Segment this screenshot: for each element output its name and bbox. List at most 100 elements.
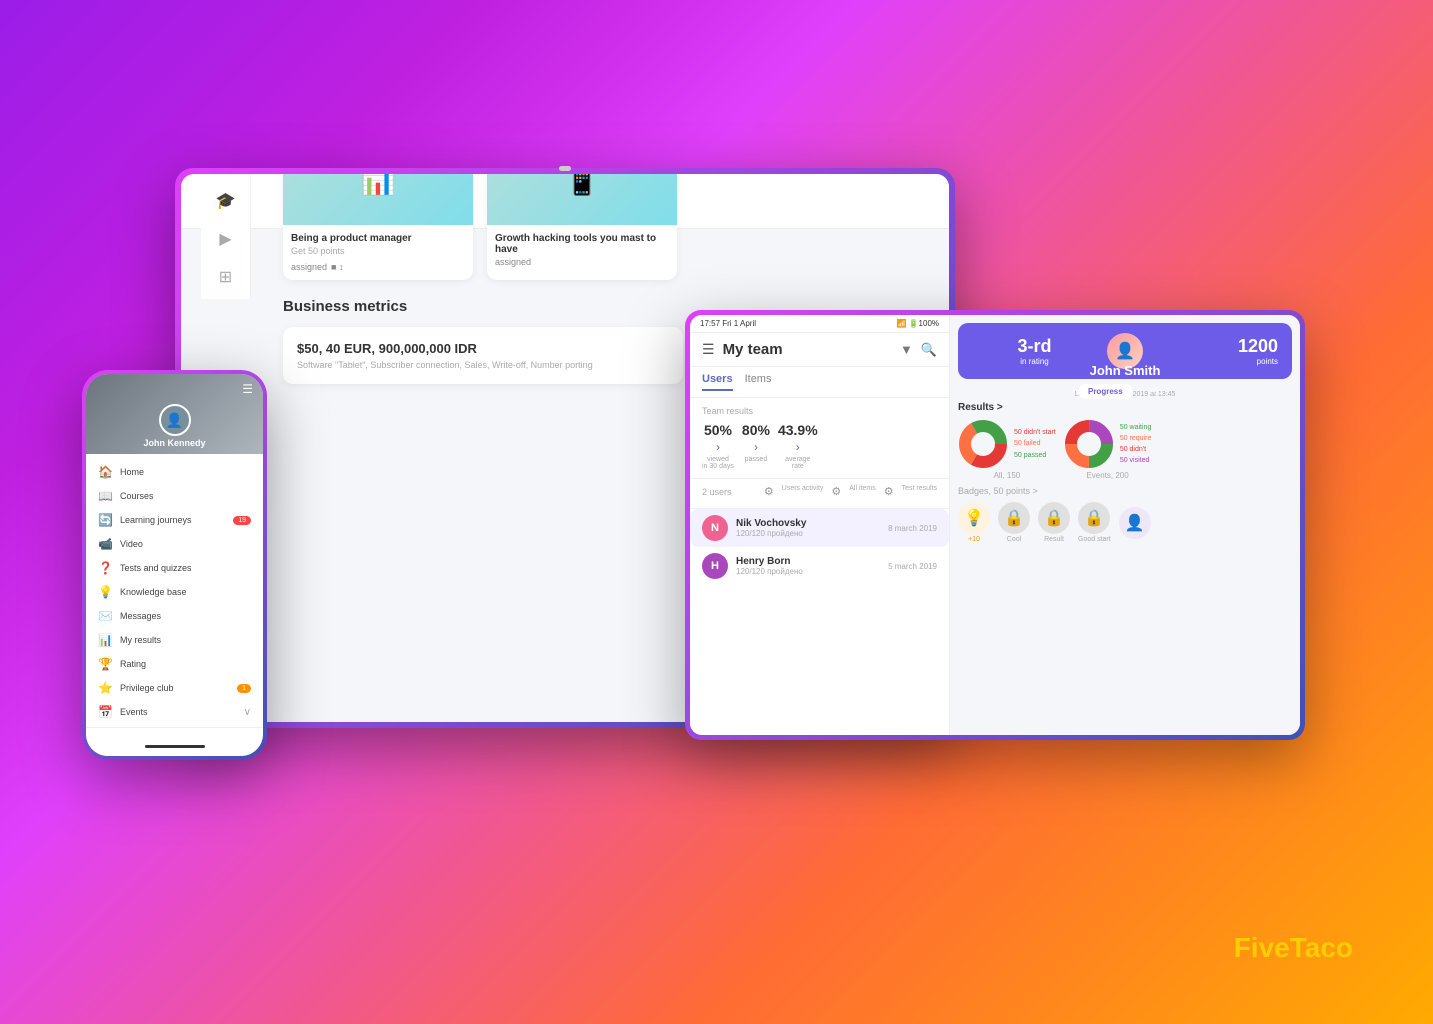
user-name-col-1: Nik Vochovsky 120/120 пройдено xyxy=(736,518,880,538)
users-activity-icon[interactable]: ⚙ xyxy=(764,485,774,498)
phone-nav: 🏠 Home 📖 Courses 🔄 Learning journeys 19 … xyxy=(86,454,263,736)
business-desc: Software "Tablet", Subscriber connection… xyxy=(297,360,669,370)
metric-viewed-label: viewedin 30 days xyxy=(702,456,734,470)
tablet-right-panel: 3-rd in rating 👤 1200 points John Smith … xyxy=(950,315,1300,735)
detail-tabs-row: Progress Info xyxy=(958,384,1292,399)
course-card-2[interactable]: 📱 Growth hacking tools you mast to have … xyxy=(487,174,677,280)
points-number: 1200 xyxy=(1153,336,1278,357)
course-sub-1: Get 50 points xyxy=(291,246,465,256)
donut-svg-1 xyxy=(958,419,1008,469)
tablet-status-bar: 17:57 Fri 1 April 📶 🔋100% xyxy=(690,315,949,333)
course-card-1[interactable]: 📊 Being a product manager Get 50 points … xyxy=(283,174,473,280)
phone-events-icon: 📅 xyxy=(98,705,112,719)
badge-cool: 🔒 Cool xyxy=(998,502,1030,543)
phone-menu-icon[interactable]: ☰ xyxy=(242,382,253,396)
donut-legend-2: 50 waiting 50 require 50 didn't 50 visit… xyxy=(1120,422,1152,467)
user-row-1[interactable]: N Nik Vochovsky 120/120 пройдено 8 march… xyxy=(690,509,949,547)
phone-avatar: 👤 xyxy=(159,404,191,436)
phone-nav-results[interactable]: 📊 My results xyxy=(86,628,263,652)
course-icon[interactable]: 🎓 xyxy=(216,191,236,211)
legend-failed: 50 failed xyxy=(1014,438,1056,449)
user-progress-1: 120/120 пройдено xyxy=(736,529,880,538)
rank-number: 3-rd xyxy=(972,336,1097,357)
legend-passed: 50 passed xyxy=(1014,450,1056,461)
badges-section: Badges, 50 points > 💡 +10 🔒 Cool 🔒 Resul… xyxy=(958,486,1292,543)
course-card-img-2: 📱 xyxy=(487,174,677,225)
tablet-left-panel: 17:57 Fri 1 April 📶 🔋100% ☰ My team ▼ 🔍 … xyxy=(690,315,950,735)
metric-avg-label: averagerate xyxy=(778,456,818,470)
legend-didnt-start: 50 didn't start xyxy=(1014,427,1056,438)
results-panel: Results > 50 didn't start 50 xyxy=(958,402,1292,480)
donut-legend-1: 50 didn't start 50 failed 50 passed xyxy=(1014,427,1056,461)
test-results-icon[interactable]: ⚙ xyxy=(884,485,894,498)
chart1-label: All, 150 xyxy=(994,471,1021,480)
phone-nav-messages[interactable]: ✉️ Messages xyxy=(86,604,263,628)
phone-nav-courses[interactable]: 📖 Courses xyxy=(86,484,263,508)
badge-cool-icon: 🔒 xyxy=(998,502,1030,534)
tablet-hamburger-icon[interactable]: ☰ xyxy=(702,341,715,358)
phone-nav-knowledge[interactable]: 💡 Knowledge base xyxy=(86,580,263,604)
phone-nav-events[interactable]: 📅 Events ∨ xyxy=(86,700,263,724)
metric-viewed-value: 50% xyxy=(702,422,734,438)
legend-require: 50 require xyxy=(1120,433,1152,444)
phone-nav-video[interactable]: 📹 Video xyxy=(86,532,263,556)
detail-tab-progress[interactable]: Progress xyxy=(1078,384,1133,399)
tablet-screen: 17:57 Fri 1 April 📶 🔋100% ☰ My team ▼ 🔍 … xyxy=(685,310,1305,740)
badges-header[interactable]: Badges, 50 points > xyxy=(958,486,1292,496)
tablet-search-icon[interactable]: 🔍 xyxy=(921,342,937,358)
grid-icon[interactable]: ⊞ xyxy=(219,267,232,287)
results-header[interactable]: Results > xyxy=(958,402,1292,413)
metric-passed-value: 80% xyxy=(742,422,770,438)
phone-tests-icon: ❓ xyxy=(98,561,112,575)
badge-user-icon: 👤 xyxy=(1119,507,1151,539)
badge-result-label: Result xyxy=(1044,536,1064,543)
badge-plus10: 💡 +10 xyxy=(958,502,990,543)
phone-home-indicator xyxy=(145,745,205,748)
tablet-header: ☰ My team ▼ 🔍 xyxy=(690,333,949,367)
badge-result: 🔒 Result xyxy=(1038,502,1070,543)
badge-good-start: 🔒 Good start xyxy=(1078,502,1111,543)
donut-chart-1-container: 50 didn't start 50 failed 50 passed All,… xyxy=(958,419,1056,480)
phone-nav-knowledge-label: Knowledge base xyxy=(120,587,187,597)
badge-user[interactable]: 👤 xyxy=(1119,507,1151,539)
metric-avg-value: 43.9% xyxy=(778,422,818,438)
course-card-img-1: 📊 xyxy=(283,174,473,225)
legend-waiting: 50 waiting xyxy=(1120,422,1152,433)
phone-courses-icon: 📖 xyxy=(98,489,112,503)
tab-users[interactable]: Users xyxy=(702,373,733,391)
legend-visited: 50 visited xyxy=(1120,455,1152,466)
tab-items[interactable]: Items xyxy=(745,373,772,391)
phone-events-chevron: ∨ xyxy=(244,707,251,718)
phone-nav-results-label: My results xyxy=(120,635,161,645)
phone-nav-home[interactable]: 🏠 Home xyxy=(86,460,263,484)
phone-nav-rating-label: Rating xyxy=(120,659,146,669)
phone-screen: 👤 John Kennedy ☰ 🏠 Home 📖 Courses 🔄 Lear… xyxy=(82,370,267,760)
user-row-2[interactable]: H Henry Born 120/120 пройдено 5 march 20… xyxy=(690,547,949,585)
course-cards-row: 📊 Being a product manager Get 50 points … xyxy=(283,174,909,280)
phone-bottom xyxy=(86,736,263,756)
phone-nav-courses-label: Courses xyxy=(120,491,154,501)
user-name-1: Nik Vochovsky xyxy=(736,518,880,529)
phone-video-icon: 📹 xyxy=(98,537,112,551)
phone-nav-privilege[interactable]: ⭐ Privilege club 1 xyxy=(86,676,263,700)
phone-privilege-icon: ⭐ xyxy=(98,681,112,695)
donut-chart-2-container: 50 waiting 50 require 50 didn't 50 visit… xyxy=(1064,419,1152,480)
user-name-2: Henry Born xyxy=(736,556,880,567)
play-icon[interactable]: ▶ xyxy=(219,229,231,249)
phone-home-icon: 🏠 xyxy=(98,465,112,479)
phone-nav-tests[interactable]: ❓ Tests and quizzes xyxy=(86,556,263,580)
phone-nav-journeys[interactable]: 🔄 Learning journeys 19 xyxy=(86,508,263,532)
phone-journeys-icon: 🔄 xyxy=(98,513,112,527)
all-items-label: All items xyxy=(849,485,875,498)
course-footer-2: assigned xyxy=(495,257,669,267)
battery-icon: 🔋100% xyxy=(909,319,939,328)
course-title-1: Being a product manager xyxy=(291,233,465,244)
tablet-filter-icon[interactable]: ▼ xyxy=(900,342,913,357)
metric-viewed: 50% › viewedin 30 days xyxy=(702,422,734,470)
all-items-icon[interactable]: ⚙ xyxy=(831,485,841,498)
phone-user-name: John Kennedy xyxy=(143,438,205,448)
phone-nav-rating[interactable]: 🏆 Rating xyxy=(86,652,263,676)
detail-tab-info[interactable]: Info xyxy=(1139,384,1172,399)
metric-avg: 43.9% › averagerate xyxy=(778,422,818,470)
user-detail-name: John Smith xyxy=(958,363,1292,378)
